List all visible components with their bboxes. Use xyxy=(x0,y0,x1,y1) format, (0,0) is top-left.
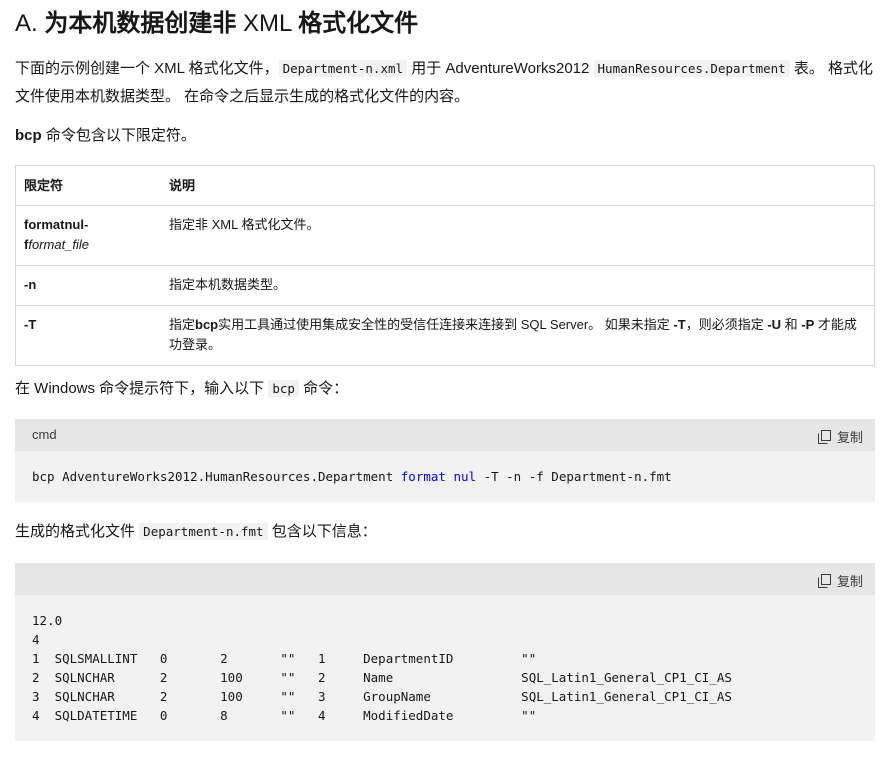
page: A. 为本机数据创建非 XML 格式化文件 下面的示例创建一个 XML 格式化文… xyxy=(0,0,888,759)
inline-code-bcp: bcp xyxy=(268,380,299,397)
code-language-label: cmd xyxy=(32,427,57,442)
table-row: -T 指定bcp实用工具通过使用集成安全性的受信任连接来连接到 SQL Serv… xyxy=(15,305,875,366)
command-code-block: cmd 复制 bcp AdventureWorks2012.HumanResou… xyxy=(15,419,875,502)
column-header-description: 说明 xyxy=(161,165,875,206)
code-block-header: 复制 xyxy=(15,563,875,595)
table-row: formatnul-fformat_file 指定非 XML 格式化文件。 xyxy=(15,205,875,266)
result-intro: 生成的格式化文件 Department-n.fmt 包含以下信息： xyxy=(15,523,377,540)
command-code: bcp AdventureWorks2012.HumanResources.De… xyxy=(32,469,672,484)
qualifier-cell: -n xyxy=(15,265,161,306)
description-cell: 指定本机数据类型。 xyxy=(161,265,875,306)
copy-label: 复制 xyxy=(836,430,863,445)
section-heading: A. 为本机数据创建非 XML 格式化文件 xyxy=(15,10,419,37)
inline-code-xml-file: Department-n.xml xyxy=(278,60,408,77)
code-block-header: cmd 复制 xyxy=(15,419,875,451)
qualifier-cell: formatnul-fformat_file xyxy=(15,205,161,266)
table-row: -n 指定本机数据类型。 xyxy=(15,265,875,306)
qualifier-table: 限定符 说明 formatnul-fformat_file 指定非 XML 格式… xyxy=(15,165,875,366)
qualifier-cell: -T xyxy=(15,305,161,366)
qualifier-intro: bcp 命令包含以下限定符。 xyxy=(15,127,196,144)
copy-icon xyxy=(817,429,831,444)
copy-button[interactable]: 复制 xyxy=(817,427,863,446)
copy-icon xyxy=(817,573,831,588)
description-cell: 指定非 XML 格式化文件。 xyxy=(161,205,875,266)
command-intro: 在 Windows 命令提示符下，输入以下 bcp 命令： xyxy=(15,380,349,397)
column-header-qualifier: 限定符 xyxy=(15,165,161,206)
table-header-row: 限定符 说明 xyxy=(15,165,875,206)
inline-code-fmt-file: Department-n.fmt xyxy=(139,523,268,540)
copy-label: 复制 xyxy=(836,574,863,589)
inline-code-table-name: HumanResources.Department xyxy=(593,60,790,77)
intro-paragraph: 下面的示例创建一个 XML 格式化文件， Department-n.xml 用于 … xyxy=(15,60,874,105)
format-file-code-block: 复制 12.0 4 1 SQLSMALLINT 0 2 "" 1 Departm… xyxy=(15,563,875,741)
description-cell: 指定bcp实用工具通过使用集成安全性的受信任连接来连接到 SQL Server。… xyxy=(161,305,875,366)
copy-button[interactable]: 复制 xyxy=(817,571,863,590)
